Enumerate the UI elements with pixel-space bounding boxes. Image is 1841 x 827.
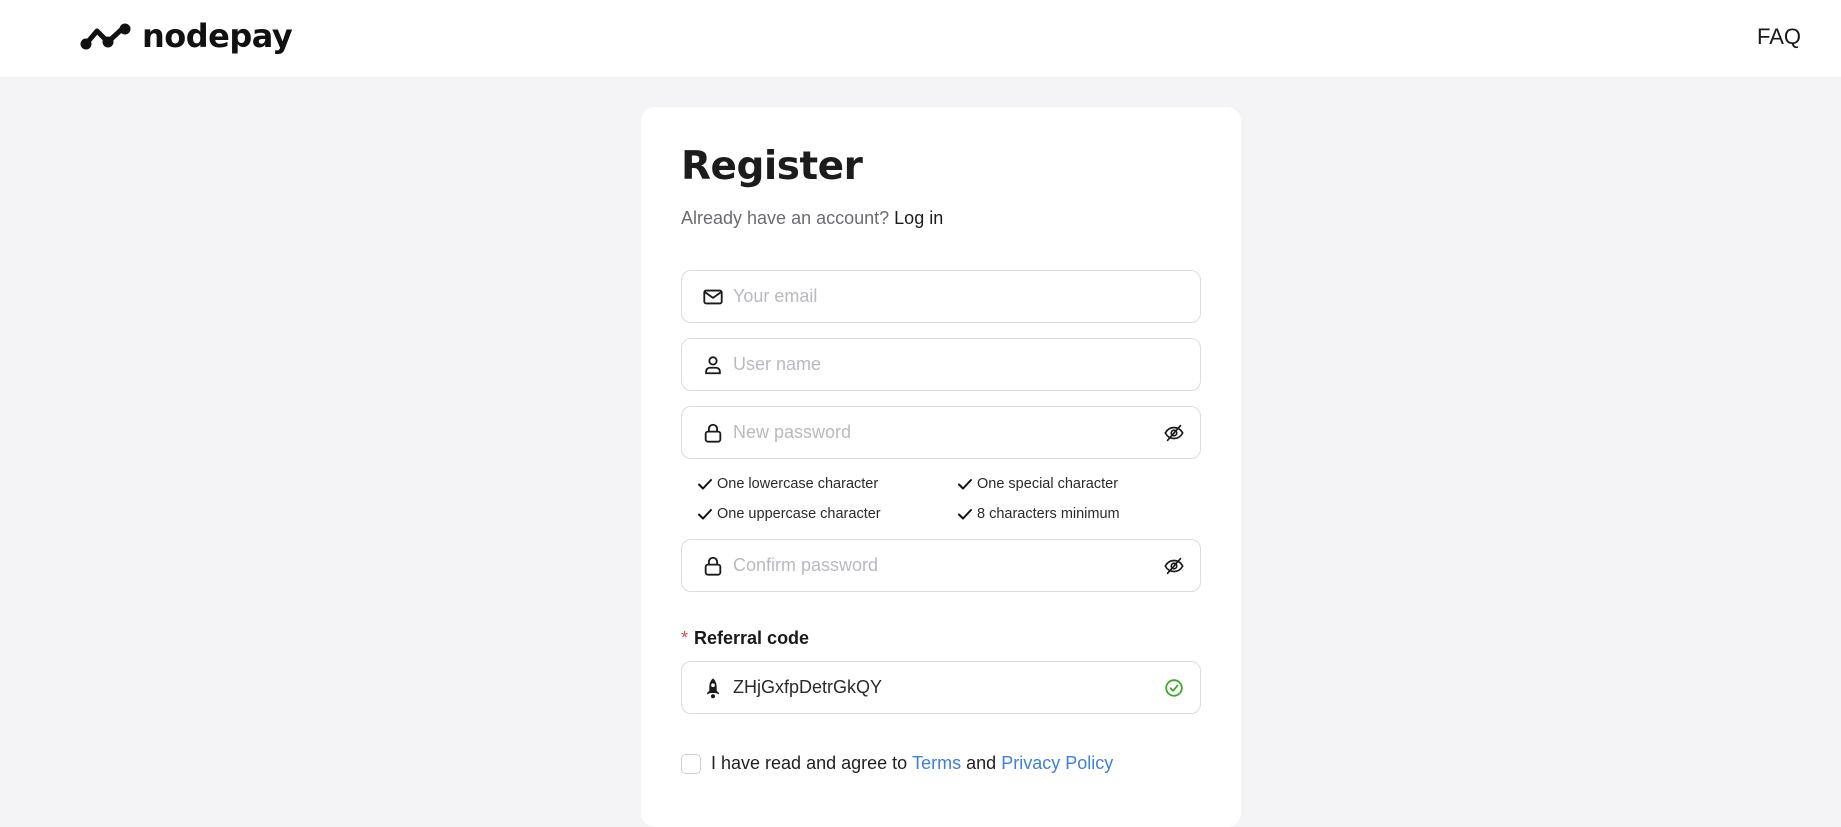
new-password-field[interactable] bbox=[681, 406, 1201, 459]
referral-code-input[interactable] bbox=[733, 662, 1162, 713]
page-title: Register bbox=[681, 144, 863, 189]
agree-checkbox[interactable] bbox=[681, 753, 701, 774]
email-input[interactable] bbox=[733, 271, 1186, 322]
password-rule: One uppercase character bbox=[697, 504, 957, 524]
password-rule-label: 8 characters minimum bbox=[977, 506, 1120, 522]
eye-off-icon[interactable] bbox=[1162, 554, 1186, 578]
privacy-policy-link[interactable]: Privacy Policy bbox=[1001, 753, 1113, 774]
username-field[interactable] bbox=[681, 338, 1201, 391]
login-prompt-text: Already have an account? bbox=[681, 208, 890, 228]
agreement-text: I have read and agree to bbox=[711, 753, 908, 773]
password-rule-label: One uppercase character bbox=[717, 506, 881, 522]
check-icon bbox=[958, 509, 972, 520]
login-link[interactable]: Log in bbox=[894, 208, 943, 228]
confirm-password-input[interactable] bbox=[733, 540, 1162, 591]
referral-code-label-text: Referral code bbox=[694, 628, 810, 648]
lock-icon bbox=[702, 422, 724, 444]
mail-icon bbox=[702, 286, 724, 308]
confirm-password-field[interactable] bbox=[681, 539, 1201, 592]
user-icon bbox=[702, 354, 724, 376]
password-rule: 8 characters minimum bbox=[957, 504, 1177, 524]
login-prompt: Already have an account? Log in bbox=[681, 208, 943, 229]
required-mark: * bbox=[681, 628, 689, 648]
top-header: nodepay FAQ bbox=[0, 0, 1841, 77]
faq-link[interactable]: FAQ bbox=[1757, 24, 1801, 50]
password-requirements: One lowercase character One special char… bbox=[697, 474, 1177, 524]
password-rule: One special character bbox=[957, 474, 1177, 494]
eye-off-icon[interactable] bbox=[1162, 421, 1186, 445]
new-password-input[interactable] bbox=[733, 407, 1162, 458]
terms-link[interactable]: Terms bbox=[912, 753, 961, 774]
brand-name: nodepay bbox=[142, 17, 293, 55]
check-circle-icon bbox=[1162, 676, 1186, 700]
username-input[interactable] bbox=[733, 339, 1186, 390]
check-icon bbox=[698, 479, 712, 490]
password-rule: One lowercase character bbox=[697, 474, 957, 494]
password-rule-label: One special character bbox=[977, 476, 1119, 492]
password-rule-label: One lowercase character bbox=[717, 476, 879, 492]
email-field[interactable] bbox=[681, 270, 1201, 323]
terms-agreement: I have read and agree to Terms and Priva… bbox=[681, 753, 1113, 774]
register-card: Register Already have an account? Log in bbox=[641, 107, 1241, 827]
referral-code-field[interactable] bbox=[681, 661, 1201, 714]
check-icon bbox=[958, 479, 972, 490]
check-icon bbox=[698, 509, 712, 520]
brand-logo[interactable]: nodepay bbox=[80, 16, 293, 56]
rocket-icon bbox=[702, 677, 724, 699]
nodepay-logo-icon bbox=[80, 23, 131, 50]
lock-icon bbox=[702, 555, 724, 577]
agreement-conjunction: and bbox=[966, 753, 997, 773]
referral-code-label: * Referral code bbox=[681, 628, 809, 649]
